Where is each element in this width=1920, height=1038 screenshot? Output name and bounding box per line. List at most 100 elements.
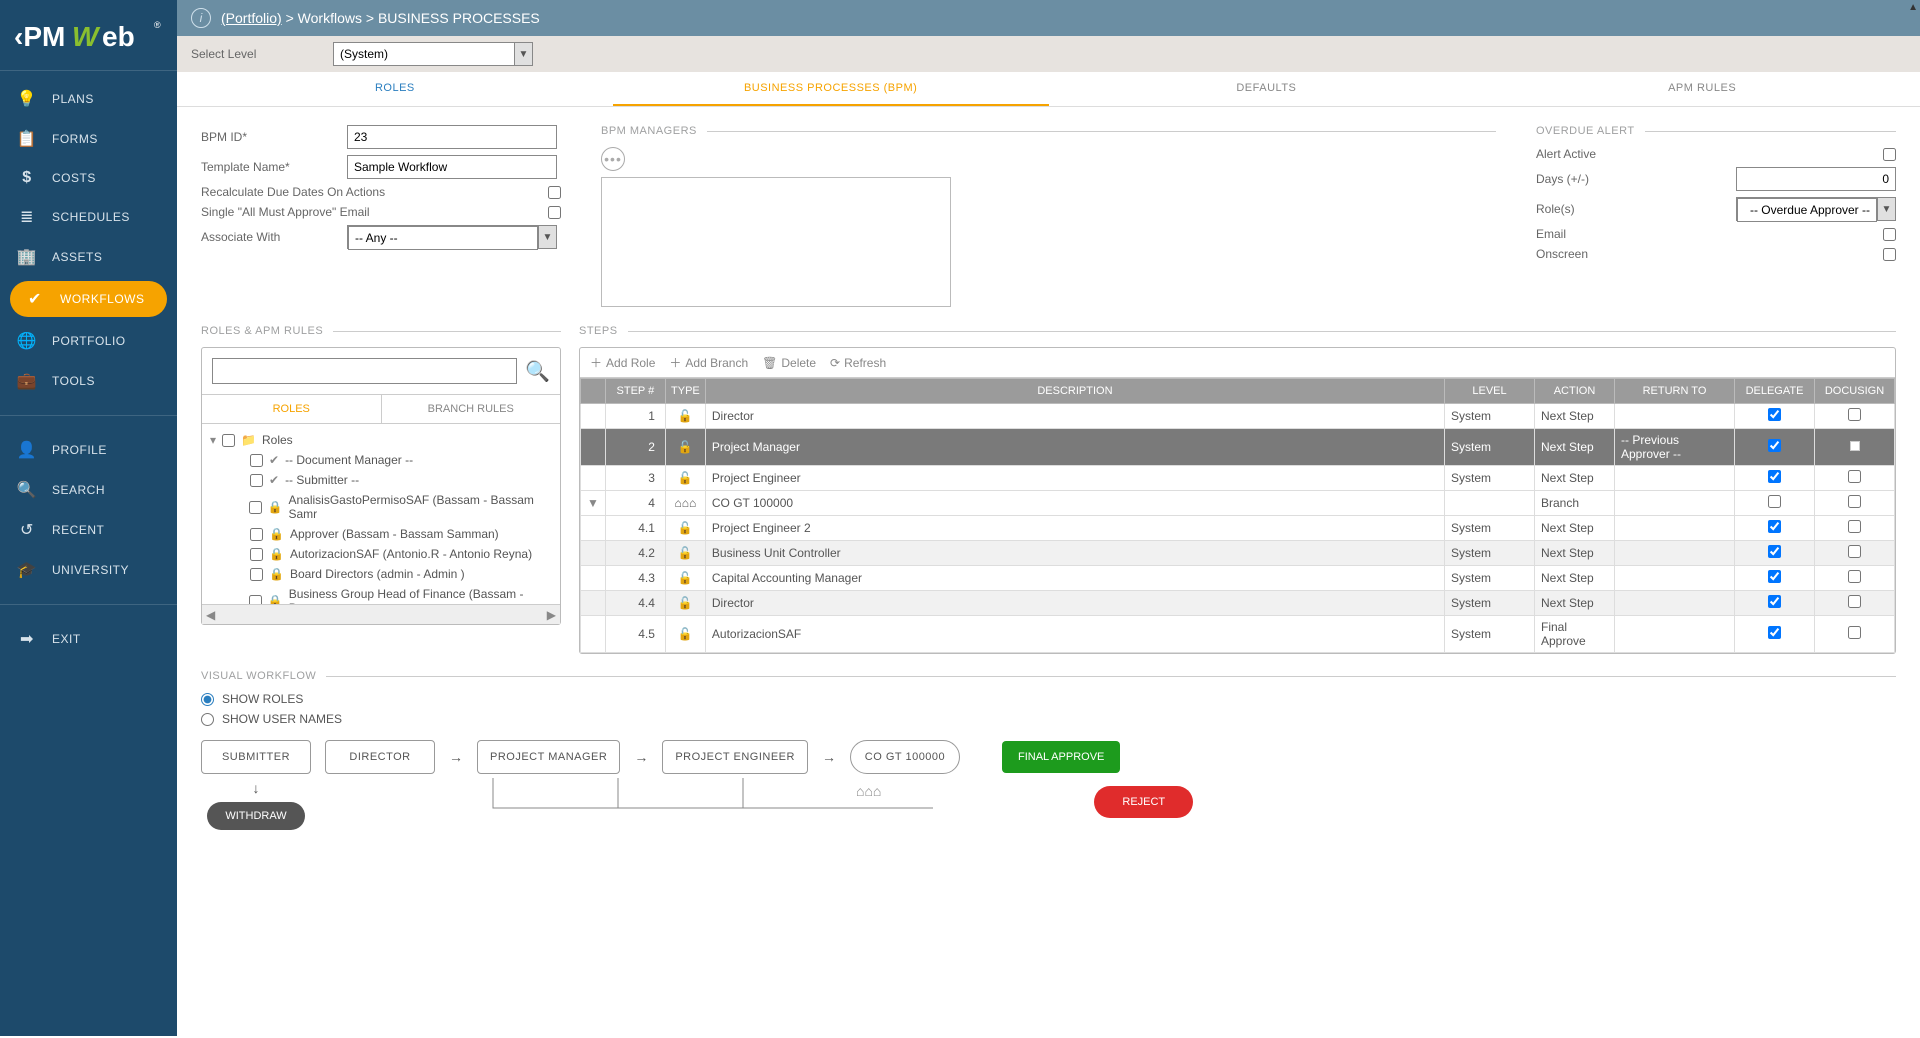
days-input[interactable] [1736,167,1896,191]
overdue-email-checkbox[interactable] [1883,228,1896,241]
docusign-checkbox[interactable] [1848,495,1861,508]
bpm-managers-box[interactable] [601,177,951,307]
flow-project-engineer[interactable]: PROJECT ENGINEER [662,740,808,774]
tree-root-checkbox[interactable] [222,434,235,447]
col-return-to[interactable]: RETURN TO [1615,379,1735,404]
template-name-input[interactable] [347,155,557,179]
info-icon[interactable]: i [191,8,211,28]
tree-item-checkbox[interactable] [250,454,263,467]
nav-profile[interactable]: 👤PROFILE [0,430,177,470]
docusign-checkbox[interactable] [1848,545,1861,558]
roles-search-icon[interactable]: 🔍 [525,359,550,384]
delegate-checkbox[interactable] [1768,470,1781,483]
tree-item-checkbox[interactable] [250,548,263,561]
tree-item-checkbox[interactable] [249,595,262,605]
associate-with-combo[interactable]: ▼ [347,225,557,249]
table-row[interactable]: ▼4⌂⌂⌂CO GT 100000Branch [581,491,1895,516]
flow-director[interactable]: DIRECTOR [325,740,435,774]
add-role-button[interactable]: ＋Add Role [590,354,655,371]
refresh-button[interactable]: ⟳Refresh [830,354,886,371]
nav-university[interactable]: 🎓UNIVERSITY [0,550,177,590]
nav-recent[interactable]: ↺RECENT [0,510,177,550]
nav-costs[interactable]: $COSTS [0,159,177,197]
docusign-checkbox[interactable] [1848,408,1861,421]
table-row[interactable]: 3🔓Project EngineerSystemNext Step [581,466,1895,491]
tree-collapse-icon[interactable]: ▾ [210,433,216,447]
col-docusign[interactable]: DOCUSIGN [1815,379,1895,404]
tab-roles[interactable]: ROLES [177,72,613,106]
tree-item[interactable]: ✔-- Submitter -- [210,470,554,490]
tree-item[interactable]: 🔒Approver (Bassam - Bassam Samman) [210,524,554,544]
tree-item[interactable]: 🔒AutorizacionSAF (Antonio.R - Antonio Re… [210,544,554,564]
alert-active-checkbox[interactable] [1883,148,1896,161]
table-row[interactable]: 4.4🔓DirectorSystemNext Step [581,591,1895,616]
delete-button[interactable]: 🗑Delete [762,354,816,371]
bpm-id-input[interactable] [347,125,557,149]
overdue-roles-input[interactable] [1737,198,1877,222]
tree-item[interactable]: 🔒Business Group Head of Finance (Bassam … [210,584,554,604]
docusign-checkbox[interactable] [1848,595,1861,608]
tree-item[interactable]: 🔒Board Directors (admin - Admin ) [210,564,554,584]
single-email-checkbox[interactable] [548,206,561,219]
tree-horizontal-scrollbar[interactable]: ◀▶ [202,604,560,624]
nav-search[interactable]: 🔍SEARCH [0,470,177,510]
flow-co-gt[interactable]: CO GT 100000 [850,740,960,774]
tree-item[interactable]: 🔒AnalisisGastoPermisoSAF (Bassam - Bassa… [210,490,554,524]
bpm-managers-menu-icon[interactable]: ••• [601,147,625,171]
table-row[interactable]: 4.2🔓Business Unit ControllerSystemNext S… [581,541,1895,566]
flow-withdraw[interactable]: WITHDRAW [207,802,304,830]
overdue-onscreen-checkbox[interactable] [1883,248,1896,261]
tab-defaults[interactable]: DEFAULTS [1049,72,1485,106]
expand-caret-icon[interactable]: ▼ [587,496,599,510]
table-row[interactable]: 4.3🔓Capital Accounting ManagerSystemNext… [581,566,1895,591]
tab-apm-rules[interactable]: APM RULES [1484,72,1920,106]
nav-exit[interactable]: ➡EXIT [0,619,177,659]
select-level-combo[interactable]: ▼ [333,42,533,66]
roles-subtab-branch[interactable]: BRANCH RULES [382,395,561,423]
col-delegate[interactable]: DELEGATE [1735,379,1815,404]
col-level[interactable]: LEVEL [1445,379,1535,404]
col-type[interactable]: TYPE [665,379,705,404]
nav-workflows[interactable]: ✔WORKFLOWS [10,281,167,317]
col-step[interactable]: STEP # [605,379,665,404]
add-branch-button[interactable]: ＋Add Branch [669,354,748,371]
tree-item-checkbox[interactable] [250,474,263,487]
roles-search-input[interactable] [212,358,517,384]
associate-with-input[interactable] [348,226,538,250]
delegate-checkbox[interactable] [1768,520,1781,533]
delegate-checkbox[interactable] [1768,545,1781,558]
delegate-checkbox[interactable] [1768,439,1781,452]
table-row[interactable]: 4.5🔓AutorizacionSAFSystemFinal Approve [581,616,1895,653]
collapse-caret-icon[interactable]: ▲ [1908,2,1918,13]
nav-plans[interactable]: 💡PLANS [0,79,177,119]
delegate-checkbox[interactable] [1768,626,1781,639]
tree-item-checkbox[interactable] [250,568,263,581]
show-users-radio[interactable] [201,713,214,726]
roles-subtab-roles[interactable]: ROLES [202,395,382,423]
flow-project-manager[interactable]: PROJECT MANAGER [477,740,620,774]
show-roles-radio[interactable] [201,693,214,706]
flow-final-approve[interactable]: FINAL APPROVE [1002,741,1120,773]
delegate-checkbox[interactable] [1768,408,1781,421]
delegate-checkbox[interactable] [1768,570,1781,583]
col-description[interactable]: DESCRIPTION [705,379,1444,404]
tree-item[interactable]: ✔-- Document Manager -- [210,450,554,470]
select-level-input[interactable] [334,43,514,65]
docusign-checkbox[interactable] [1848,570,1861,583]
tree-item-checkbox[interactable] [249,501,262,514]
nav-forms[interactable]: 📋FORMS [0,119,177,159]
table-row[interactable]: 1🔓DirectorSystemNext Step [581,404,1895,429]
col-action[interactable]: ACTION [1535,379,1615,404]
roles-tree[interactable]: ▾ 📁 Roles ✔-- Document Manager --✔-- Sub… [202,424,560,604]
nav-portfolio[interactable]: 🌐PORTFOLIO [0,321,177,361]
tree-root[interactable]: ▾ 📁 Roles [210,430,554,450]
recalc-checkbox[interactable] [548,186,561,199]
nav-assets[interactable]: 🏢ASSETS [0,237,177,277]
associate-dropdown-icon[interactable]: ▼ [538,226,556,248]
delegate-checkbox[interactable] [1768,495,1781,508]
flow-reject[interactable]: REJECT [1094,786,1193,818]
tab-business-processes[interactable]: BUSINESS PROCESSES (BPM) [613,72,1049,106]
tree-item-checkbox[interactable] [250,528,263,541]
nav-schedules[interactable]: ≣SCHEDULES [0,197,177,237]
breadcrumb-portfolio[interactable]: (Portfolio) [221,10,282,26]
